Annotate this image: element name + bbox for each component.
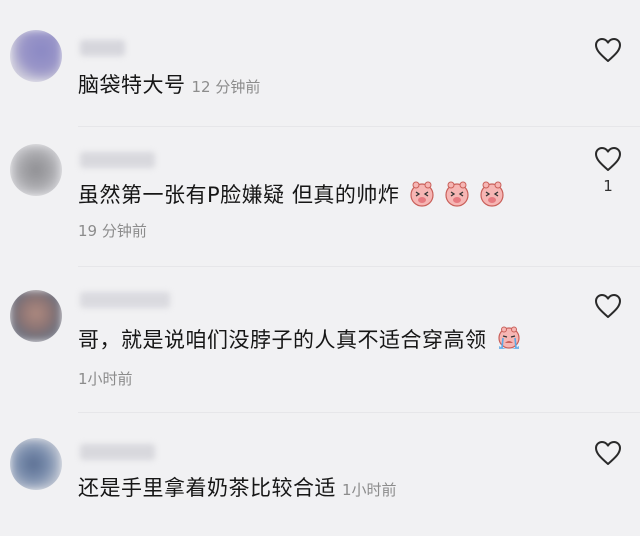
comment-time: 1小时前 [342, 481, 397, 499]
username-blurred[interactable] [80, 292, 170, 308]
comment-text: 虽然第一张有P脸嫌疑 但真的帅炸 [78, 181, 505, 209]
pig-face-emoji [445, 181, 469, 207]
divider [78, 266, 640, 267]
divider [78, 126, 640, 127]
username-blurred[interactable] [80, 152, 155, 168]
avatar[interactable] [10, 144, 62, 196]
avatar[interactable] [10, 290, 62, 342]
username-blurred[interactable] [80, 40, 125, 56]
avatar[interactable] [10, 438, 62, 490]
heart-outline-icon[interactable] [594, 440, 622, 466]
comment-time: 12 分钟前 [191, 78, 261, 96]
comment-time: 1小时前 [78, 370, 133, 388]
comment-text: 还是手里拿着奶茶比较合适 1小时前 [78, 476, 397, 500]
pig-face-emoji [409, 181, 434, 207]
like-count: 1 [603, 177, 613, 195]
comment-time: 19 分钟前 [78, 222, 147, 240]
heart-outline-icon[interactable] [594, 37, 622, 63]
comment-text: 哥，就是说咱们没脖子的人真不适合穿高领 [78, 326, 522, 354]
comment-item[interactable]: 哥，就是说咱们没脖子的人真不适合穿高领 1小时前 [0, 270, 640, 410]
comment-item[interactable]: 还是手里拿着奶茶比较合适 1小时前 [0, 416, 640, 536]
heart-outline-icon[interactable] [594, 146, 622, 172]
comment-text: 脑袋特大号 12 分钟前 [78, 73, 261, 97]
divider [78, 412, 640, 413]
crying-pig-emoji [498, 326, 520, 349]
comment-item[interactable]: 虽然第一张有P脸嫌疑 但真的帅炸 19 分钟前 1 [0, 130, 640, 270]
pig-face-emoji [480, 181, 504, 207]
avatar[interactable] [10, 30, 62, 82]
comment-item[interactable]: 脑袋特大号 12 分钟前 [0, 0, 640, 130]
heart-outline-icon[interactable] [594, 293, 622, 319]
username-blurred[interactable] [80, 444, 155, 460]
